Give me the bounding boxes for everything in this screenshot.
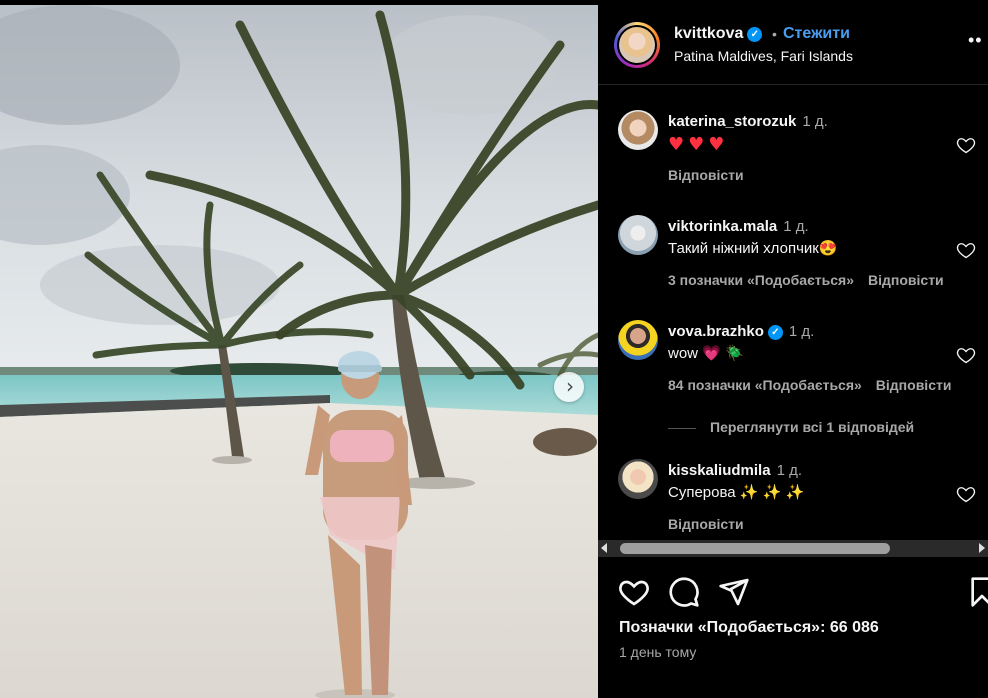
commenter-avatar[interactable]: [618, 320, 658, 360]
reply-button[interactable]: Відповісти: [668, 516, 744, 532]
chevron-right-icon: ›: [566, 374, 574, 398]
emoji: 💗 🪲: [702, 345, 744, 362]
comment-meta: 84 позначки «Подобається» Відповісти: [668, 377, 951, 393]
view-replies-button[interactable]: Переглянути всі 1 відповідей: [668, 419, 914, 435]
scrollbar-thumb[interactable]: [620, 543, 890, 554]
comment-like-heart-icon[interactable]: [956, 135, 976, 155]
comment-text: ♥♥♥: [668, 134, 728, 155]
post-side-panel: kvittkova ✓ • Стежити Patina Maldives, Fa…: [598, 0, 988, 698]
commenter-avatar[interactable]: [618, 110, 658, 150]
reply-button[interactable]: Відповісти: [668, 167, 744, 183]
post-header: kvittkova ✓ • Стежити Patina Maldives, Fa…: [598, 0, 988, 85]
horizontal-scrollbar[interactable]: [598, 540, 988, 557]
bookmark-icon[interactable]: [966, 576, 988, 608]
comment-likes-count[interactable]: 84 позначки «Подобається»: [668, 377, 862, 393]
send-icon[interactable]: [718, 576, 750, 608]
separator-dot: •: [772, 26, 777, 42]
scroll-left-arrow-icon[interactable]: [601, 543, 607, 553]
comment-text: Суперова ✨ ✨ ✨: [668, 484, 805, 501]
comment-username[interactable]: vova.brazhko ✓ 1 д.: [668, 323, 814, 340]
comment-text: wow 💗 🪲: [668, 345, 744, 362]
next-photo-button[interactable]: ›: [554, 372, 584, 402]
comment-likes-count[interactable]: 3 позначки «Подобається»: [668, 272, 854, 288]
red-hearts-emoji: ♥♥♥: [668, 134, 729, 155]
post-timestamp[interactable]: 1 день тому: [619, 644, 696, 660]
post-likes-count[interactable]: Позначки «Подобається»: 66 086: [619, 619, 879, 637]
follow-button[interactable]: Стежити: [783, 25, 850, 43]
beach-photo-image: [0, 5, 598, 698]
more-options-icon[interactable]: ••: [968, 30, 983, 51]
comment-username[interactable]: kisskaliudmila 1 д.: [668, 462, 802, 479]
verified-badge-icon: ✓: [767, 325, 783, 340]
comment-meta: Відповісти: [668, 516, 744, 532]
comment-username[interactable]: viktorinka.mala 1 д.: [668, 218, 809, 235]
commenter-avatar[interactable]: [618, 459, 658, 499]
sparkles-emoji: ✨ ✨ ✨: [739, 484, 805, 501]
comment-icon[interactable]: [668, 576, 700, 608]
like-heart-icon[interactable]: [618, 576, 650, 608]
post-photo[interactable]: ›: [0, 5, 598, 698]
comment-like-heart-icon[interactable]: [956, 345, 976, 365]
comment-text: Такий ніжний хлопчик😍: [668, 240, 838, 257]
reply-button[interactable]: Відповісти: [876, 377, 952, 393]
comments-list[interactable]: katerina_storozuk 1 д. ♥♥♥ Відповісти vik…: [598, 85, 988, 540]
author-username[interactable]: kvittkova ✓: [674, 25, 763, 43]
verified-badge-icon: ✓: [747, 27, 763, 42]
comment-like-heart-icon[interactable]: [956, 240, 976, 260]
post-actions-bar: [598, 568, 988, 612]
divider-line: [668, 427, 696, 429]
author-avatar[interactable]: [614, 22, 660, 68]
comment-meta: 3 позначки «Подобається» Відповісти: [668, 272, 944, 288]
reply-button[interactable]: Відповісти: [868, 272, 944, 288]
comment-like-heart-icon[interactable]: [956, 484, 976, 504]
comment-username[interactable]: katerina_storozuk 1 д.: [668, 113, 828, 130]
commenter-avatar[interactable]: [618, 215, 658, 255]
post-location[interactable]: Patina Maldives, Fari Islands: [674, 48, 853, 64]
comment-meta: Відповісти: [668, 167, 744, 183]
scroll-right-arrow-icon[interactable]: [979, 543, 985, 553]
emoji: 😍: [818, 240, 838, 257]
